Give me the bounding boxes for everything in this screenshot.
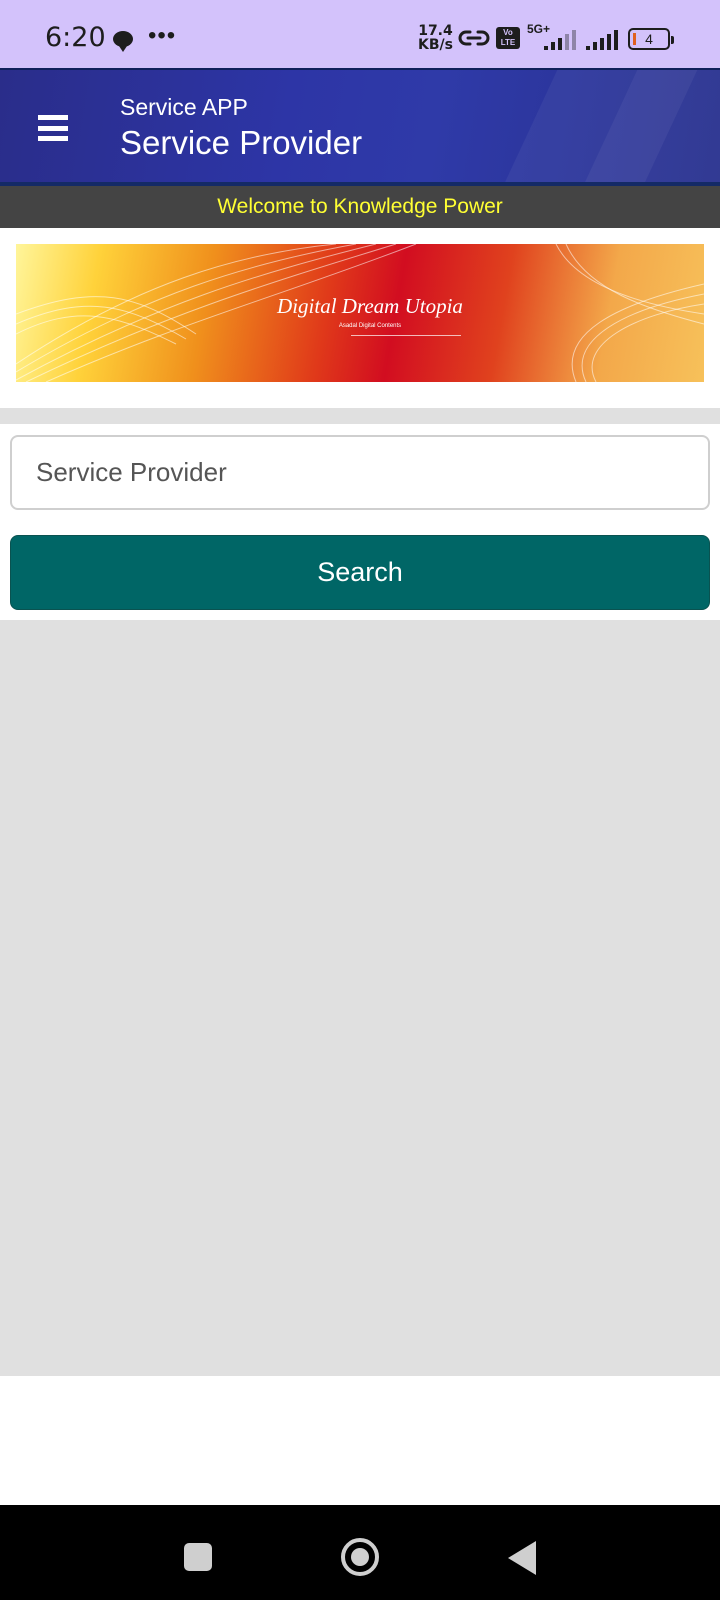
network-speed-unit: KB/s [418, 37, 453, 53]
hotspot-link-icon [458, 30, 490, 46]
section-divider [0, 408, 720, 424]
banner-subtitle: Asadal Digital Contents [338, 323, 402, 329]
volte-bottom: LTE [500, 38, 516, 47]
results-area [0, 620, 720, 1376]
volte-top: Vo [503, 28, 513, 37]
status-bar: 6:20 ••• 17.4 KB/s Vo LTE 5G+ 4 [0, 0, 720, 68]
back-icon[interactable] [508, 1541, 536, 1575]
banner-image: Digital Dream Utopia Asadal Digital Cont… [16, 244, 704, 382]
page-title: Service Provider [120, 124, 363, 161]
network-speed-value: 17.4 [418, 23, 453, 39]
hamburger-menu-icon[interactable] [38, 115, 68, 141]
search-button[interactable]: Search [10, 535, 710, 610]
banner-title: Digital Dream Utopia [277, 294, 463, 318]
app-bar: Service APP Service Provider [0, 68, 720, 186]
service-provider-search-input[interactable] [10, 435, 710, 510]
signal-strength-icon-sim1 [544, 30, 576, 50]
home-icon[interactable] [341, 1538, 379, 1576]
battery-icon: 4 [628, 28, 674, 50]
app-subtitle: Service APP [120, 94, 248, 120]
signal-strength-icon-sim2 [586, 30, 618, 50]
clock: 6:20 [45, 22, 106, 53]
banner-fine-print [351, 335, 461, 336]
message-notification-icon [113, 31, 133, 52]
volte-icon: Vo LTE [496, 27, 520, 49]
more-notifications-icon: ••• [148, 22, 177, 49]
network-speed: 17.4 KB/s [418, 24, 453, 52]
recent-apps-icon[interactable] [184, 1543, 212, 1571]
welcome-marquee: Welcome to Knowledge Power [0, 186, 720, 228]
system-navigation-bar [0, 1505, 720, 1600]
